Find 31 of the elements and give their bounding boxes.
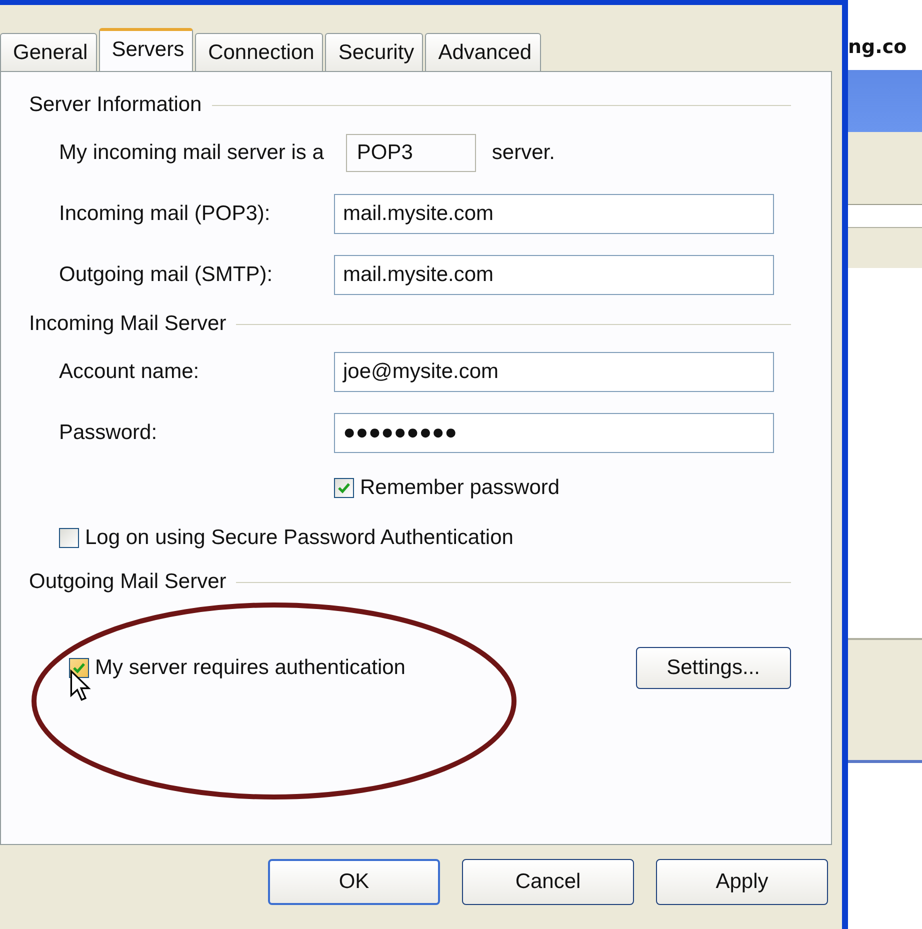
checkbox-label: My server requires authentication bbox=[95, 656, 406, 680]
tab[interactable]: General bbox=[0, 33, 97, 71]
field-label: server. bbox=[492, 140, 555, 164]
checkbox-label: Log on using Secure Password Authentication bbox=[85, 526, 514, 550]
field-label: Password: bbox=[59, 420, 158, 444]
dialog-button[interactable]: Apply bbox=[656, 859, 828, 905]
field-label: Outgoing mail (SMTP): bbox=[59, 262, 274, 286]
tab[interactable]: Advanced bbox=[425, 33, 541, 71]
tab[interactable]: Security bbox=[325, 33, 424, 71]
field-label: My incoming mail server is a bbox=[59, 140, 324, 164]
checkbox-label: Remember password bbox=[360, 476, 560, 500]
input-field[interactable]: mail.mysite.com bbox=[334, 194, 774, 234]
input-field[interactable]: mail.mysite.com bbox=[334, 254, 774, 294]
input-field[interactable]: ●●●●●●●●● bbox=[334, 412, 774, 452]
tab[interactable]: Connection bbox=[195, 33, 324, 71]
field-label: Incoming mail (POP3): bbox=[59, 202, 272, 226]
checkbox[interactable] bbox=[69, 658, 89, 678]
group-title: Server Information bbox=[29, 93, 202, 117]
settings-button[interactable]: Settings... bbox=[636, 647, 791, 689]
window-title: ng.co bbox=[848, 35, 908, 60]
group-title: Outgoing Mail Server bbox=[29, 570, 226, 594]
field-label: Account name: bbox=[59, 360, 200, 384]
group-title: Incoming Mail Server bbox=[29, 312, 226, 336]
server-type-field: POP3 bbox=[346, 134, 476, 172]
tab[interactable]: Servers bbox=[98, 28, 194, 72]
checkbox[interactable] bbox=[59, 528, 79, 548]
mouse-pointer-icon bbox=[69, 669, 91, 702]
dialog-button[interactable]: OK bbox=[268, 859, 440, 905]
checkbox[interactable] bbox=[334, 478, 354, 498]
dialog-button[interactable]: Cancel bbox=[462, 859, 634, 905]
input-field[interactable]: joe@mysite.com bbox=[334, 352, 774, 392]
